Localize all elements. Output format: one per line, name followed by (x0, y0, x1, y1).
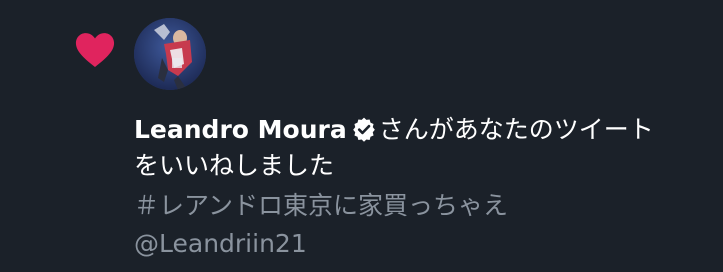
action-text-line1: さんがあなたのツイート (378, 115, 654, 144)
action-text-line2: をいいねしました (134, 151, 335, 180)
like-notification[interactable]: Leandro Moura さんがあなたのツイート をいいねしました ＃レアンド… (0, 0, 723, 272)
verified-badge-icon (352, 117, 375, 142)
user-name[interactable]: Leandro Moura (134, 115, 347, 144)
avatar[interactable] (134, 18, 206, 90)
tweet-text[interactable]: ＃レアンドロ東京に家買っちゃえ (134, 188, 714, 224)
heart-icon (75, 33, 115, 68)
tweet-handle[interactable]: @Leandriin21 (134, 226, 714, 262)
action-line: Leandro Moura さんがあなたのツイート (134, 112, 714, 148)
avatar-image (134, 18, 206, 90)
notification-text: Leandro Moura さんがあなたのツイート をいいねしました ＃レアンド… (134, 112, 714, 262)
